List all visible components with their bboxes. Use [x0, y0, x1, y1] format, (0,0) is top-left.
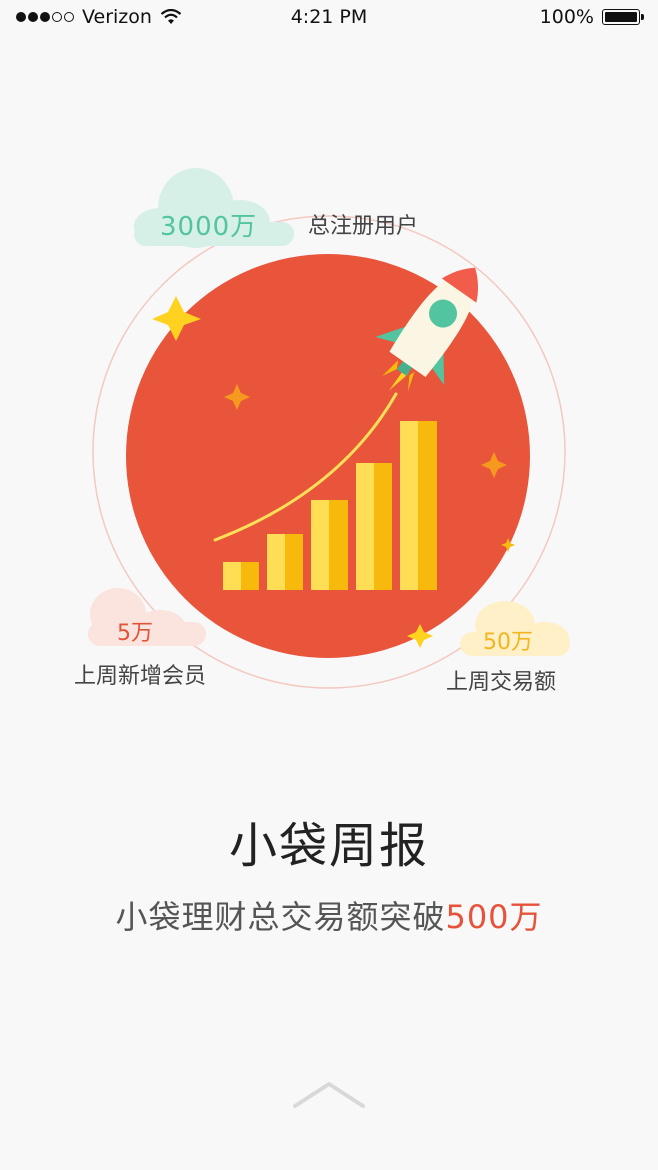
swipe-up-button[interactable] — [289, 1076, 369, 1116]
bar — [356, 463, 392, 590]
bar — [267, 534, 303, 590]
trade-label: 上周交易额 — [446, 670, 557, 695]
page-title: 小袋周报 — [228, 818, 429, 874]
chevron-up-icon — [293, 1082, 365, 1108]
new-members-label: 上周新增会员 — [74, 664, 207, 689]
trade-value: 50万 — [483, 630, 533, 655]
bar — [223, 562, 259, 590]
bar — [400, 421, 437, 590]
subtitle-highlight: 500万 — [445, 898, 543, 936]
bar — [311, 500, 348, 590]
total-users-value: 3000万 — [160, 212, 258, 242]
report-illustration — [88, 168, 570, 689]
subtitle-text: 小袋理财总交易额突破 — [115, 898, 446, 936]
new-members-value: 5万 — [117, 621, 153, 646]
total-users-label: 总注册用户 — [308, 214, 419, 239]
page-subtitle: 小袋理财总交易额突破500万 — [0, 892, 658, 938]
